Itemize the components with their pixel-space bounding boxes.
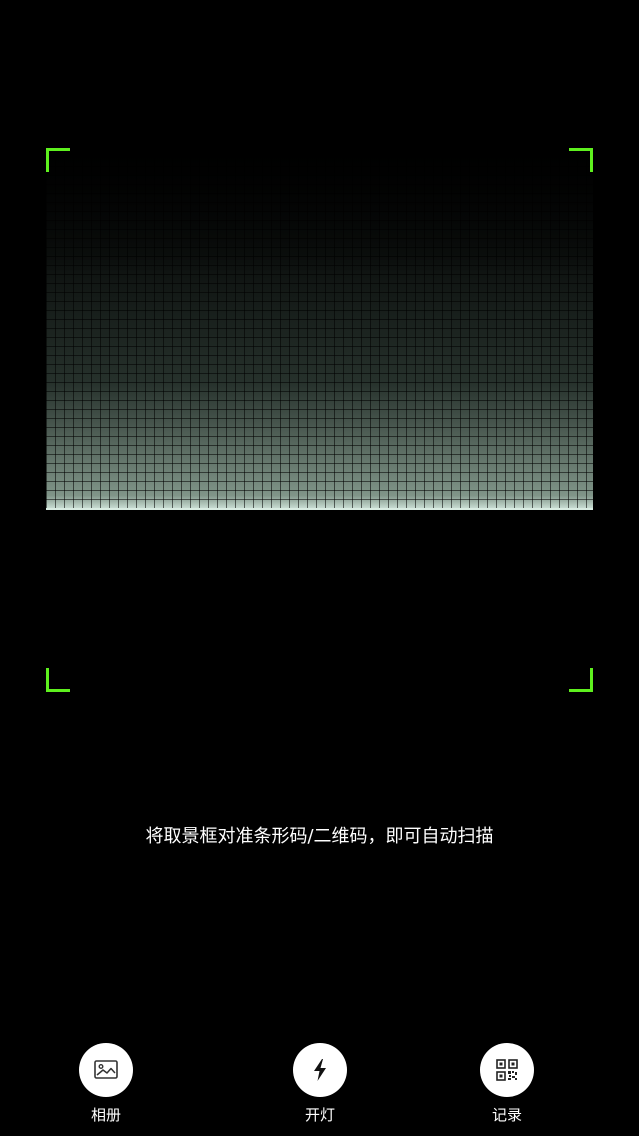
scan-frame-corner-top-left xyxy=(46,148,70,172)
flashlight-button-label: 开灯 xyxy=(304,1106,335,1124)
history-button[interactable]: 记录 xyxy=(467,1043,547,1124)
scan-animation-grid xyxy=(46,148,593,510)
flashlight-button-circle[interactable] xyxy=(293,1043,347,1097)
scan-frame-corner-bottom-right xyxy=(569,668,593,692)
album-button[interactable]: 相册 xyxy=(66,1043,146,1124)
image-icon xyxy=(94,1060,118,1079)
flash-icon xyxy=(314,1059,326,1081)
flashlight-button[interactable]: 开灯 xyxy=(280,1043,360,1124)
album-button-circle[interactable] xyxy=(79,1043,133,1097)
scan-frame-corner-bottom-left xyxy=(46,668,70,692)
qr-code-icon xyxy=(496,1059,518,1081)
history-button-circle[interactable] xyxy=(480,1043,534,1097)
history-button-label: 记录 xyxy=(491,1106,522,1124)
scan-hint-text: 将取景框对准条形码/二维码，即可自动扫描 xyxy=(145,826,494,847)
scan-frame xyxy=(46,148,593,692)
album-button-label: 相册 xyxy=(90,1106,121,1124)
scan-frame-corner-top-right xyxy=(569,148,593,172)
